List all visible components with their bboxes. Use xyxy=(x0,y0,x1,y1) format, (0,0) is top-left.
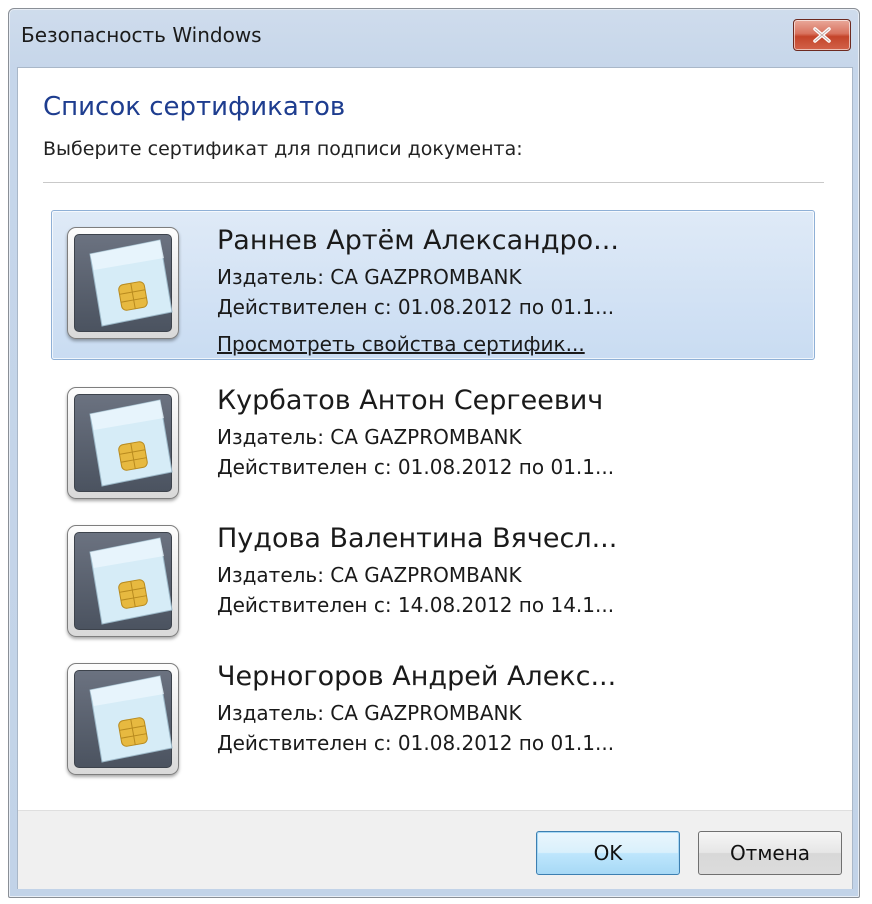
certificate-issuer: Издатель: CA GAZPROMBANK xyxy=(217,265,522,289)
ok-button[interactable]: OK xyxy=(536,831,680,875)
smart-card-icon xyxy=(67,227,179,339)
certificate-name: Черногоров Андрей Алекс... xyxy=(217,661,617,692)
title-bar[interactable]: Безопасность Windows xyxy=(9,9,859,63)
certificate-name: Раннев Артём Александро... xyxy=(217,225,619,256)
close-button[interactable] xyxy=(793,19,851,51)
certificate-item[interactable]: Черногоров Андрей Алекс... Издатель: CA … xyxy=(51,646,815,796)
certificate-name: Пудова Валентина Вячесл... xyxy=(217,523,618,554)
certificate-item[interactable]: Раннев Артём Александро... Издатель: CA … xyxy=(51,210,815,360)
certificate-item[interactable]: Курбатов Антон Сергеевич Издатель: CA GA… xyxy=(51,370,815,520)
certificate-name: Курбатов Антон Сергеевич xyxy=(217,385,604,416)
dialog-subheading: Выберите сертификат для подписи документ… xyxy=(43,138,523,160)
dialog-window: Безопасность Windows Список сертификатов… xyxy=(8,8,860,898)
certificate-validity: Действителен с: 14.08.2012 по 14.1... xyxy=(217,593,615,617)
view-certificate-properties-link[interactable]: Просмотреть свойства сертифик... xyxy=(217,332,585,356)
smart-card-icon xyxy=(67,387,179,499)
close-icon xyxy=(813,27,831,43)
certificate-validity: Действителен с: 01.08.2012 по 01.1... xyxy=(217,731,615,755)
certificate-validity: Действителен с: 01.08.2012 по 01.1... xyxy=(217,295,615,319)
smart-card-icon xyxy=(67,525,179,637)
dialog-heading: Список сертификатов xyxy=(43,92,346,122)
certificate-item[interactable]: Пудова Валентина Вячесл... Издатель: CA … xyxy=(51,508,815,658)
certificate-issuer: Издатель: CA GAZPROMBANK xyxy=(217,563,522,587)
dialog-content: Список сертификатов Выберите сертификат … xyxy=(17,67,853,889)
cancel-button[interactable]: Отмена xyxy=(698,831,842,875)
window-title: Безопасность Windows xyxy=(21,23,262,47)
certificate-issuer: Издатель: CA GAZPROMBANK xyxy=(217,701,522,725)
smart-card-icon xyxy=(67,663,179,775)
button-bar: OK Отмена xyxy=(18,810,852,889)
certificate-issuer: Издатель: CA GAZPROMBANK xyxy=(217,425,522,449)
certificate-validity: Действителен с: 01.08.2012 по 01.1... xyxy=(217,455,615,479)
divider xyxy=(43,182,824,183)
